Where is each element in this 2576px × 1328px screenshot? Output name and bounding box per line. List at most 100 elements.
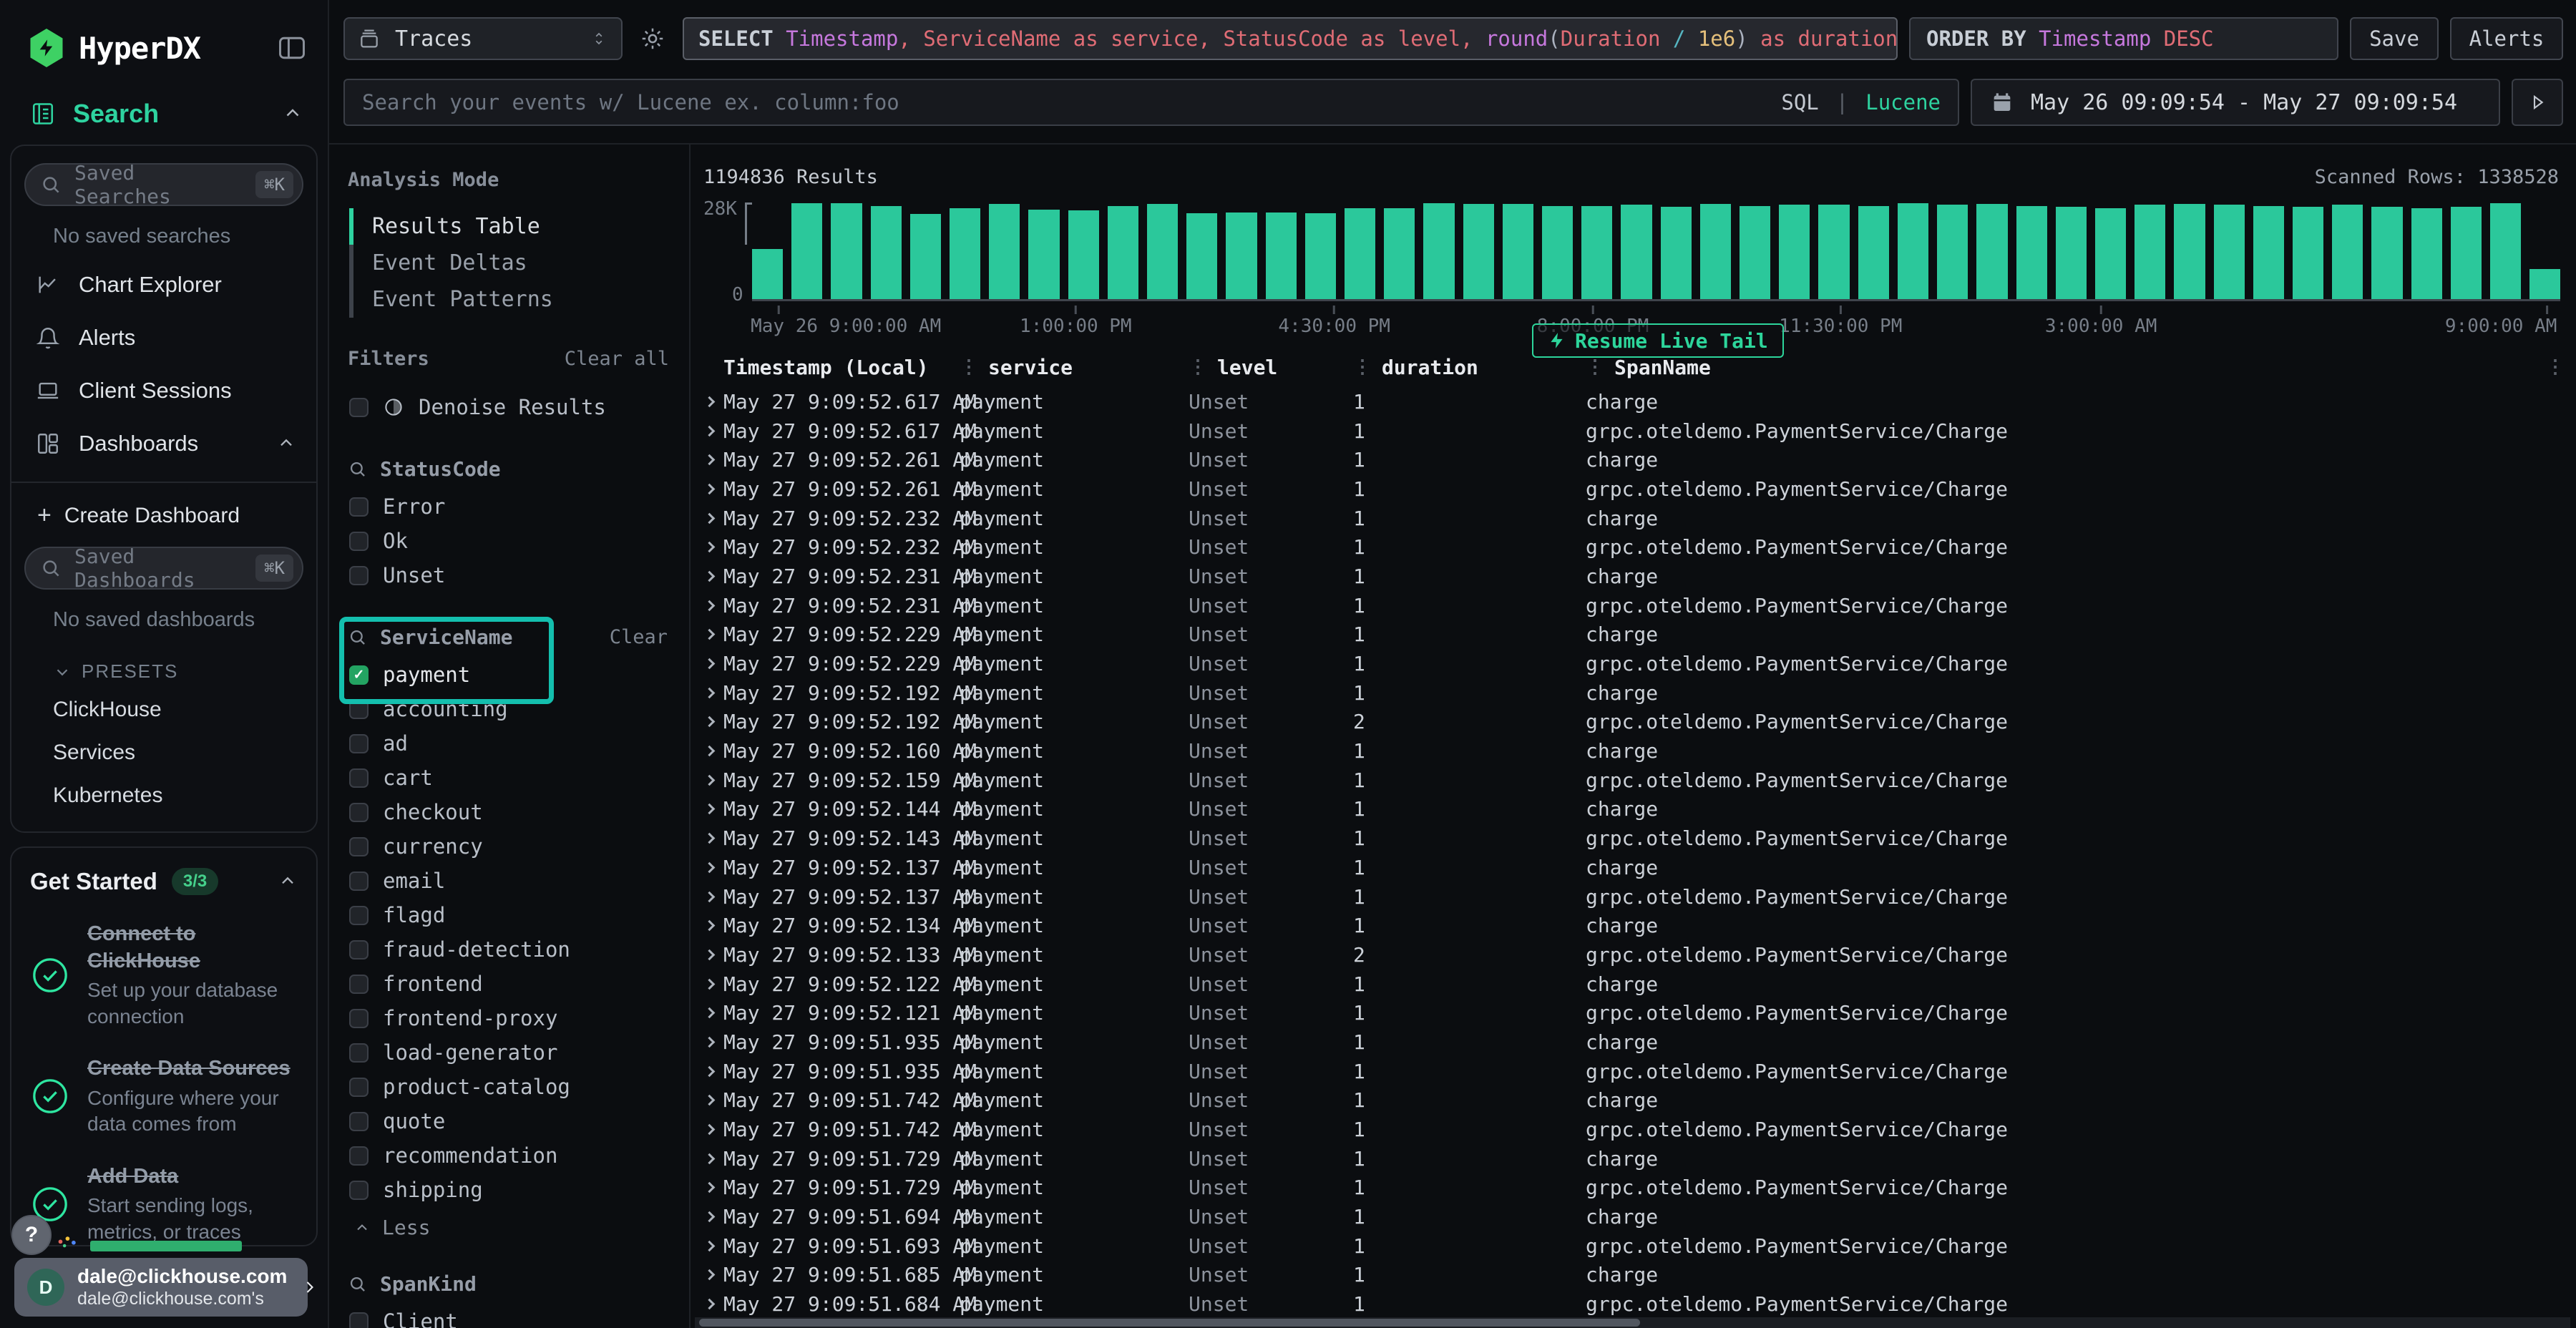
filter-option-recommendation[interactable]: recommendation	[348, 1138, 675, 1173]
presets-toggle[interactable]: PRESETS	[24, 642, 303, 688]
table-row[interactable]: May 27 9:09:52.159 AMpaymentUnset1grpc.o…	[695, 766, 2570, 795]
row-expand-chevron-icon[interactable]	[695, 776, 723, 784]
row-expand-chevron-icon[interactable]	[695, 1271, 723, 1279]
sql-select-editor[interactable]: SELECT Timestamp, ServiceName as service…	[683, 17, 1898, 60]
filter-option-frontend[interactable]: frontend	[348, 967, 675, 1001]
checkbox[interactable]	[349, 1009, 369, 1028]
table-row[interactable]: May 27 9:09:51.935 AMpaymentUnset1grpc.o…	[695, 1057, 2570, 1086]
filter-option-cart[interactable]: cart	[348, 761, 675, 795]
table-row[interactable]: May 27 9:09:52.261 AMpaymentUnset1charge	[695, 445, 2570, 474]
checkbox[interactable]: ✓	[349, 665, 369, 685]
checkbox[interactable]	[349, 700, 369, 719]
filter-option-fraud-detection[interactable]: fraud-detection	[348, 932, 675, 967]
table-row[interactable]: May 27 9:09:51.742 AMpaymentUnset1grpc.o…	[695, 1115, 2570, 1144]
table-row[interactable]: May 27 9:09:52.231 AMpaymentUnset1grpc.o…	[695, 591, 2570, 620]
row-expand-chevron-icon[interactable]	[695, 1068, 723, 1075]
show-less-toggle[interactable]: Less	[348, 1207, 675, 1239]
sidebar-item-chart-explorer[interactable]: Chart Explorer	[24, 258, 303, 311]
preset-clickhouse[interactable]: ClickHouse	[24, 688, 303, 731]
row-expand-chevron-icon[interactable]	[695, 834, 723, 842]
table-row[interactable]: May 27 9:09:52.121 AMpaymentUnset1grpc.o…	[695, 998, 2570, 1027]
table-row[interactable]: May 27 9:09:52.231 AMpaymentUnset1charge	[695, 562, 2570, 591]
mode-event-deltas[interactable]: Event Deltas	[349, 245, 675, 281]
horizontal-scrollbar-track[interactable]	[695, 1317, 2570, 1328]
filter-option-frontend-proxy[interactable]: frontend-proxy	[348, 1001, 675, 1035]
checkbox[interactable]	[349, 803, 369, 822]
toggle-lucene[interactable]: Lucene	[1865, 90, 1941, 114]
toggle-sql[interactable]: SQL	[1781, 90, 1818, 114]
checkbox[interactable]	[349, 566, 369, 585]
filter-option-quote[interactable]: quote	[348, 1104, 675, 1138]
row-expand-chevron-icon[interactable]	[695, 1038, 723, 1046]
table-row[interactable]: May 27 9:09:52.232 AMpaymentUnset1charge	[695, 504, 2570, 533]
row-expand-chevron-icon[interactable]	[695, 1096, 723, 1104]
filter-option-checkout[interactable]: checkout	[348, 795, 675, 829]
filter-option-Ok[interactable]: Ok	[348, 524, 675, 558]
row-expand-chevron-icon[interactable]	[695, 893, 723, 901]
preset-kubernetes[interactable]: Kubernetes	[24, 774, 303, 817]
chevron-up-icon[interactable]	[282, 103, 303, 125]
row-expand-chevron-icon[interactable]	[695, 922, 723, 929]
checkbox[interactable]	[349, 1043, 369, 1063]
table-row[interactable]: May 27 9:09:51.729 AMpaymentUnset1charge	[695, 1144, 2570, 1173]
checkbox[interactable]	[349, 532, 369, 551]
table-row[interactable]: May 27 9:09:52.261 AMpaymentUnset1grpc.o…	[695, 474, 2570, 504]
checkbox[interactable]	[349, 837, 369, 856]
row-expand-chevron-icon[interactable]	[695, 747, 723, 755]
row-expand-chevron-icon[interactable]	[695, 398, 723, 406]
checkbox[interactable]	[349, 497, 369, 517]
row-expand-chevron-icon[interactable]	[695, 630, 723, 638]
filter-option-ad[interactable]: ad	[348, 726, 675, 761]
resume-live-tail-button[interactable]: Resume Live Tail	[1532, 323, 1784, 358]
table-row[interactable]: May 27 9:09:52.229 AMpaymentUnset1charge	[695, 620, 2570, 650]
saved-searches-input[interactable]: Saved Searches ⌘K	[24, 163, 303, 206]
table-row[interactable]: May 27 9:09:52.134 AMpaymentUnset1charge	[695, 911, 2570, 940]
filter-option-load-generator[interactable]: load-generator	[348, 1035, 675, 1070]
checkbox[interactable]	[349, 1146, 369, 1166]
user-menu[interactable]: D dale@clickhouse.com dale@clickhouse.co…	[14, 1258, 308, 1317]
table-row[interactable]: May 27 9:09:51.742 AMpaymentUnset1charge	[695, 1086, 2570, 1115]
histogram-bars[interactable]	[752, 202, 2560, 301]
get-started-item[interactable]: Create Data Sources Configure where your…	[30, 1055, 298, 1137]
row-expand-chevron-icon[interactable]	[695, 1242, 723, 1250]
row-expand-chevron-icon[interactable]	[695, 514, 723, 522]
row-expand-chevron-icon[interactable]	[695, 951, 723, 959]
filter-option-flagd[interactable]: flagd	[348, 898, 675, 932]
row-expand-chevron-icon[interactable]	[695, 456, 723, 464]
get-started-item[interactable]: Connect to ClickHouse Set up your databa…	[30, 921, 298, 1030]
table-row[interactable]: May 27 9:09:52.122 AMpaymentUnset1charge	[695, 970, 2570, 999]
search-input[interactable]	[362, 90, 1781, 114]
chevron-up-icon[interactable]	[276, 434, 296, 454]
order-by-editor[interactable]: ORDER BY Timestamp DESC	[1909, 17, 2338, 60]
column-resize-handle[interactable]: ⋮	[1353, 356, 1370, 378]
checkbox[interactable]	[349, 1312, 369, 1328]
filter-option-email[interactable]: email	[348, 864, 675, 898]
alerts-button[interactable]: Alerts	[2450, 17, 2563, 60]
table-row[interactable]: May 27 9:09:51.684 AMpaymentUnset1grpc.o…	[695, 1289, 2570, 1319]
mode-results-table[interactable]: Results Table	[349, 208, 675, 245]
help-button[interactable]: ?	[11, 1215, 52, 1255]
clear-all-filters-link[interactable]: Clear all	[565, 348, 675, 370]
filter-option-product-catalog[interactable]: product-catalog	[348, 1070, 675, 1104]
checkbox[interactable]	[349, 1078, 369, 1097]
row-expand-chevron-icon[interactable]	[695, 718, 723, 726]
table-row[interactable]: May 27 9:09:52.229 AMpaymentUnset1grpc.o…	[695, 649, 2570, 678]
filter-option-payment[interactable]: ✓payment	[348, 658, 675, 692]
table-row[interactable]: May 27 9:09:52.192 AMpaymentUnset1charge	[695, 678, 2570, 708]
table-row[interactable]: May 27 9:09:51.685 AMpaymentUnset1charge	[695, 1261, 2570, 1290]
table-row[interactable]: May 27 9:09:52.232 AMpaymentUnset1grpc.o…	[695, 532, 2570, 562]
row-expand-chevron-icon[interactable]	[695, 864, 723, 872]
row-expand-chevron-icon[interactable]	[695, 1213, 723, 1221]
table-row[interactable]: May 27 9:09:52.617 AMpaymentUnset1charge	[695, 387, 2570, 416]
row-expand-chevron-icon[interactable]	[695, 1155, 723, 1163]
filter-option-Error[interactable]: Error	[348, 489, 675, 524]
table-row[interactable]: May 27 9:09:52.144 AMpaymentUnset1charge	[695, 795, 2570, 824]
column-resize-handle[interactable]: ⋮	[1586, 356, 1603, 378]
row-expand-chevron-icon[interactable]	[695, 572, 723, 580]
create-dashboard-button[interactable]: + Create Dashboard	[24, 494, 303, 547]
save-button[interactable]: Save	[2350, 17, 2439, 60]
chevron-up-icon[interactable]	[278, 872, 298, 892]
row-expand-chevron-icon[interactable]	[695, 543, 723, 551]
row-expand-chevron-icon[interactable]	[695, 805, 723, 813]
source-select[interactable]: Traces	[343, 17, 623, 60]
